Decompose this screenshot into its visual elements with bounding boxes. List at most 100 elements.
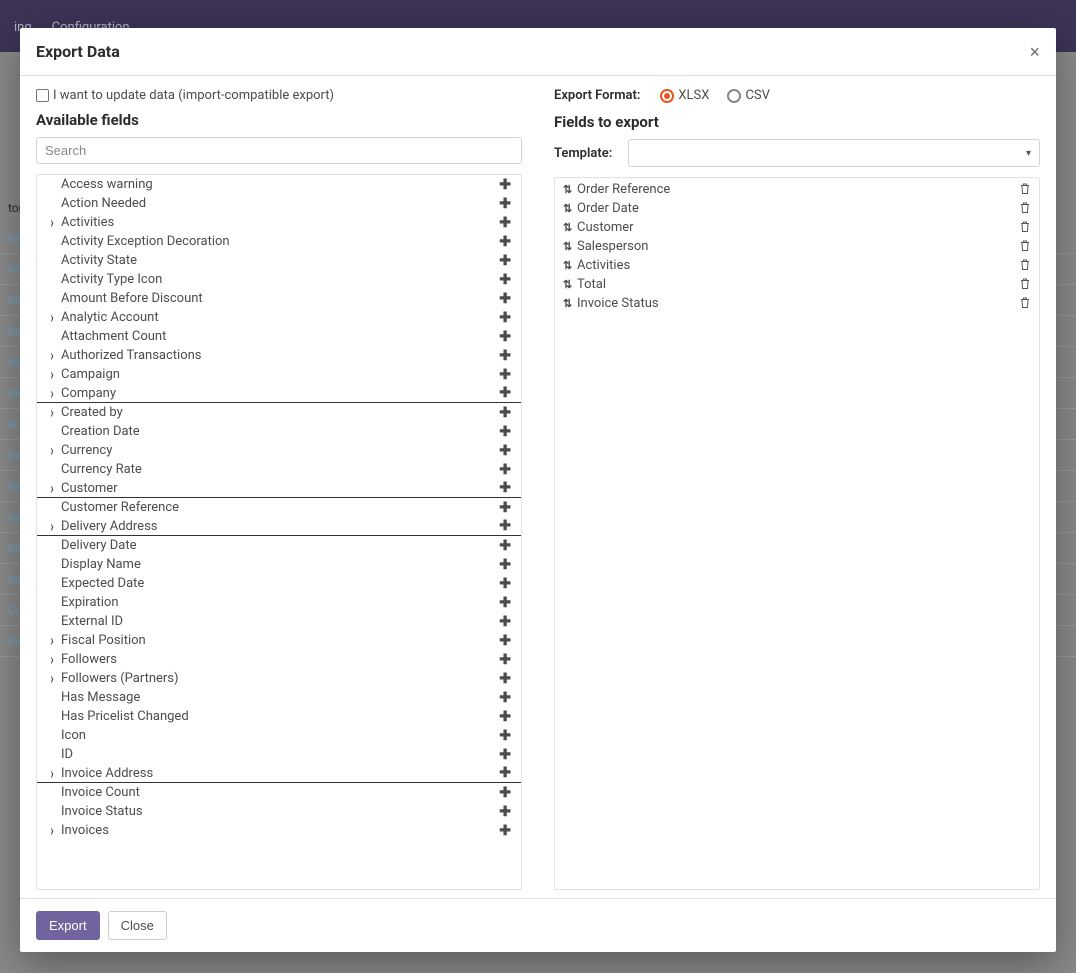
add-field-icon[interactable]: ✚ bbox=[497, 709, 513, 725]
tree-item[interactable]: Customer Reference✚ bbox=[37, 498, 521, 517]
chevron-right-icon[interactable]: › bbox=[45, 821, 59, 839]
tree-item[interactable]: Access warning✚ bbox=[37, 175, 521, 194]
export-field-item[interactable]: ⇅Order Date bbox=[555, 199, 1039, 218]
add-field-icon[interactable]: ✚ bbox=[497, 480, 513, 496]
tree-item[interactable]: ›Invoice Address✚ bbox=[37, 764, 521, 783]
tree-item[interactable]: External ID✚ bbox=[37, 612, 521, 631]
add-field-icon[interactable]: ✚ bbox=[497, 823, 513, 839]
tree-item[interactable]: Creation Date✚ bbox=[37, 422, 521, 441]
tree-item[interactable]: Has Message✚ bbox=[37, 688, 521, 707]
template-select[interactable]: ▾ bbox=[628, 139, 1040, 167]
tree-item[interactable]: Display Name✚ bbox=[37, 555, 521, 574]
add-field-icon[interactable]: ✚ bbox=[497, 557, 513, 573]
add-field-icon[interactable]: ✚ bbox=[497, 690, 513, 706]
tree-item[interactable]: Amount Before Discount✚ bbox=[37, 289, 521, 308]
add-field-icon[interactable]: ✚ bbox=[497, 424, 513, 440]
chevron-right-icon[interactable]: › bbox=[45, 517, 59, 535]
tree-item[interactable]: Action Needed✚ bbox=[37, 194, 521, 213]
tree-item[interactable]: ›Fiscal Position✚ bbox=[37, 631, 521, 650]
export-field-item[interactable]: ⇅Invoice Status bbox=[555, 294, 1039, 313]
add-field-icon[interactable]: ✚ bbox=[497, 728, 513, 744]
tree-item[interactable]: Icon✚ bbox=[37, 726, 521, 745]
available-fields-tree[interactable]: Access warning✚Action Needed✚›Activities… bbox=[36, 174, 522, 890]
add-field-icon[interactable]: ✚ bbox=[497, 348, 513, 364]
add-field-icon[interactable]: ✚ bbox=[497, 196, 513, 212]
tree-item[interactable]: ›Followers (Partners)✚ bbox=[37, 669, 521, 688]
drag-handle-icon[interactable]: ⇅ bbox=[563, 183, 577, 196]
tree-item[interactable]: ›Customer✚ bbox=[37, 479, 521, 498]
tree-item[interactable]: ›Authorized Transactions✚ bbox=[37, 346, 521, 365]
chevron-right-icon[interactable]: › bbox=[45, 384, 59, 402]
add-field-icon[interactable]: ✚ bbox=[497, 633, 513, 649]
tree-item[interactable]: Currency Rate✚ bbox=[37, 460, 521, 479]
tree-item[interactable]: Expected Date✚ bbox=[37, 574, 521, 593]
trash-icon[interactable] bbox=[1019, 258, 1031, 274]
chevron-right-icon[interactable]: › bbox=[45, 631, 59, 649]
export-field-item[interactable]: ⇅Customer bbox=[555, 218, 1039, 237]
add-field-icon[interactable]: ✚ bbox=[497, 785, 513, 801]
add-field-icon[interactable]: ✚ bbox=[497, 671, 513, 687]
chevron-right-icon[interactable]: › bbox=[45, 650, 59, 668]
close-button[interactable]: Close bbox=[108, 911, 167, 940]
trash-icon[interactable] bbox=[1019, 182, 1031, 198]
trash-icon[interactable] bbox=[1019, 201, 1031, 217]
trash-icon[interactable] bbox=[1019, 277, 1031, 293]
add-field-icon[interactable]: ✚ bbox=[497, 234, 513, 250]
add-field-icon[interactable]: ✚ bbox=[497, 595, 513, 611]
search-input[interactable] bbox=[36, 137, 522, 164]
drag-handle-icon[interactable]: ⇅ bbox=[563, 202, 577, 215]
trash-icon[interactable] bbox=[1019, 239, 1031, 255]
drag-handle-icon[interactable]: ⇅ bbox=[563, 297, 577, 310]
chevron-right-icon[interactable]: › bbox=[45, 441, 59, 459]
radio-csv[interactable]: CSV bbox=[727, 88, 769, 103]
add-field-icon[interactable]: ✚ bbox=[497, 367, 513, 383]
tree-item[interactable]: ID✚ bbox=[37, 745, 521, 764]
chevron-right-icon[interactable]: › bbox=[45, 669, 59, 687]
tree-item[interactable]: ›Analytic Account✚ bbox=[37, 308, 521, 327]
tree-item[interactable]: ›Followers✚ bbox=[37, 650, 521, 669]
export-field-item[interactable]: ⇅Total bbox=[555, 275, 1039, 294]
export-field-item[interactable]: ⇅Order Reference bbox=[555, 180, 1039, 199]
radio-xlsx[interactable]: XLSX bbox=[660, 88, 709, 103]
drag-handle-icon[interactable]: ⇅ bbox=[563, 278, 577, 291]
tree-item[interactable]: Invoice Status✚ bbox=[37, 802, 521, 821]
chevron-right-icon[interactable]: › bbox=[45, 365, 59, 383]
tree-item[interactable]: Expiration✚ bbox=[37, 593, 521, 612]
add-field-icon[interactable]: ✚ bbox=[497, 272, 513, 288]
add-field-icon[interactable]: ✚ bbox=[497, 310, 513, 326]
chevron-right-icon[interactable]: › bbox=[45, 213, 59, 231]
tree-item[interactable]: Delivery Date✚ bbox=[37, 536, 521, 555]
add-field-icon[interactable]: ✚ bbox=[497, 614, 513, 630]
tree-item[interactable]: Invoice Count✚ bbox=[37, 783, 521, 802]
drag-handle-icon[interactable]: ⇅ bbox=[563, 221, 577, 234]
chevron-right-icon[interactable]: › bbox=[45, 479, 59, 497]
chevron-right-icon[interactable]: › bbox=[45, 308, 59, 326]
tree-item[interactable]: ›Campaign✚ bbox=[37, 365, 521, 384]
tree-item[interactable]: Activity State✚ bbox=[37, 251, 521, 270]
tree-item[interactable]: Has Pricelist Changed✚ bbox=[37, 707, 521, 726]
tree-item[interactable]: ›Activities✚ bbox=[37, 213, 521, 232]
export-field-item[interactable]: ⇅Activities bbox=[555, 256, 1039, 275]
add-field-icon[interactable]: ✚ bbox=[497, 747, 513, 763]
tree-item[interactable]: ›Currency✚ bbox=[37, 441, 521, 460]
add-field-icon[interactable]: ✚ bbox=[497, 538, 513, 554]
tree-item[interactable]: Activity Type Icon✚ bbox=[37, 270, 521, 289]
export-button[interactable]: Export bbox=[36, 911, 100, 940]
add-field-icon[interactable]: ✚ bbox=[497, 518, 513, 534]
import-compat-checkbox[interactable] bbox=[36, 89, 49, 102]
add-field-icon[interactable]: ✚ bbox=[497, 500, 513, 516]
add-field-icon[interactable]: ✚ bbox=[497, 443, 513, 459]
tree-item[interactable]: ›Delivery Address✚ bbox=[37, 517, 521, 536]
tree-item[interactable]: ›Company✚ bbox=[37, 384, 521, 403]
add-field-icon[interactable]: ✚ bbox=[497, 405, 513, 421]
add-field-icon[interactable]: ✚ bbox=[497, 215, 513, 231]
export-field-item[interactable]: ⇅Salesperson bbox=[555, 237, 1039, 256]
tree-item[interactable]: Activity Exception Decoration✚ bbox=[37, 232, 521, 251]
trash-icon[interactable] bbox=[1019, 220, 1031, 236]
tree-item[interactable]: Attachment Count✚ bbox=[37, 327, 521, 346]
add-field-icon[interactable]: ✚ bbox=[497, 329, 513, 345]
add-field-icon[interactable]: ✚ bbox=[497, 462, 513, 478]
add-field-icon[interactable]: ✚ bbox=[497, 177, 513, 193]
close-icon[interactable]: × bbox=[1029, 43, 1040, 61]
drag-handle-icon[interactable]: ⇅ bbox=[563, 240, 577, 253]
